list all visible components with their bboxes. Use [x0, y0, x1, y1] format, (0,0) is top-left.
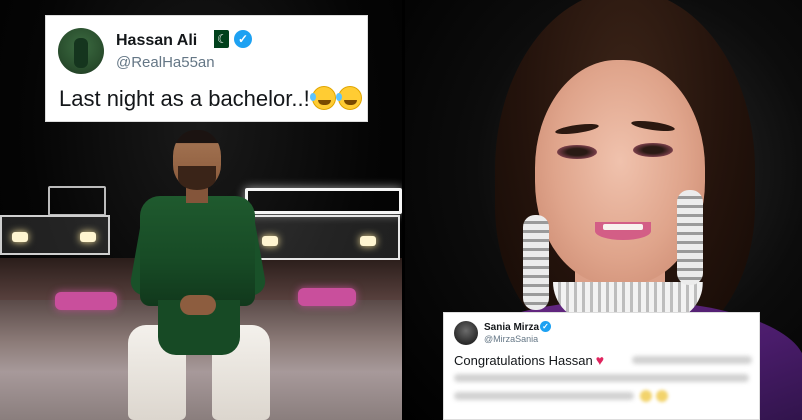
earring [523, 215, 549, 310]
eye [633, 143, 673, 157]
pakistan-flag-icon [209, 30, 229, 48]
verified-badge-icon: ✓ [234, 30, 252, 48]
laughing-tears-emoji-icon [309, 86, 336, 110]
tweet-author-name[interactable]: Hassan Ali [116, 32, 197, 50]
blurred-emoji-icon [640, 390, 652, 402]
avatar[interactable] [454, 321, 478, 345]
tweet-author-name[interactable]: Sania Mirza [484, 322, 539, 333]
background-couch [55, 292, 117, 310]
tweet-author-handle[interactable]: @RealHa55an [116, 54, 215, 71]
seated-man-figure [120, 130, 280, 420]
blurred-text [454, 374, 749, 382]
tweet-card-hassan: Hassan Ali ✓ @RealHa55an Last night as a… [45, 15, 368, 122]
red-heart-icon: ♥ [595, 352, 605, 368]
background-couch [298, 288, 356, 306]
background-lamp [80, 232, 96, 242]
background-lamp [360, 236, 376, 246]
eye [557, 145, 597, 159]
background-lamp [12, 232, 28, 242]
laughing-tears-emoji-icon [335, 86, 362, 110]
verified-badge-icon: ✓ [540, 321, 551, 332]
blurred-text [632, 356, 752, 364]
avatar[interactable] [58, 28, 104, 74]
blurred-text [454, 392, 634, 400]
background-light-frame [48, 186, 106, 216]
tweet-text: Congratulations Hassan ♥ [454, 352, 605, 368]
tweet-card-sania: Sania Mirza ✓ @MirzaSania Congratulation… [443, 312, 760, 420]
tweet-text: Last night as a bachelor..! [59, 86, 362, 112]
composite-image: Hassan Ali ✓ @RealHa55an Last night as a… [0, 0, 802, 420]
tweet-author-handle[interactable]: @MirzaSania [484, 334, 538, 344]
earring [677, 190, 703, 285]
blurred-emoji-icon [656, 390, 668, 402]
